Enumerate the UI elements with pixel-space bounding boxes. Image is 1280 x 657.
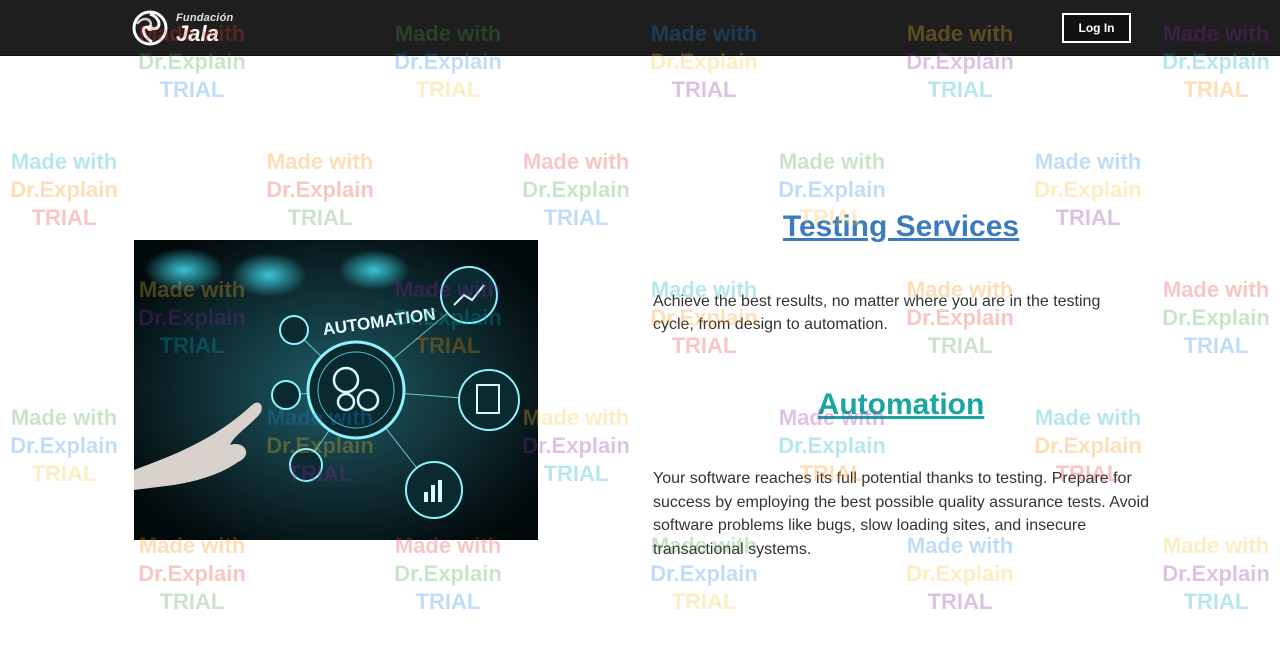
watermark-line3: TRIAL <box>671 333 737 358</box>
dr-explain-watermark: Made with Dr.Explain TRIAL <box>128 532 256 616</box>
watermark-line2: Dr.Explain <box>1162 561 1270 586</box>
automation-title[interactable]: Automation <box>653 388 1149 422</box>
watermark-line1: Made with <box>1162 277 1270 302</box>
testing-services-title[interactable]: Testing Services <box>653 210 1149 244</box>
watermark-line3: TRIAL <box>1183 77 1249 102</box>
dr-explain-watermark: Made with Dr.Explain TRIAL <box>0 148 128 232</box>
dr-explain-watermark: Made with Dr.Explain TRIAL <box>384 532 512 616</box>
watermark-line3: TRIAL <box>671 77 737 102</box>
watermark-line3: TRIAL <box>927 589 993 614</box>
watermark-line2: Dr.Explain <box>522 177 630 202</box>
watermark-line2: Dr.Explain <box>10 433 118 458</box>
watermark-line3: TRIAL <box>927 77 993 102</box>
watermark-line3: TRIAL <box>415 77 481 102</box>
watermark-line1: Made with <box>10 149 118 174</box>
top-navigation-bar: Fundación Jala Log In <box>0 0 1280 56</box>
watermark-line3: TRIAL <box>31 461 97 486</box>
watermark-line3: TRIAL <box>287 205 353 230</box>
watermark-line2: Dr.Explain <box>650 561 758 586</box>
login-button[interactable]: Log In <box>1062 13 1131 43</box>
watermark-line2: Dr.Explain <box>394 561 502 586</box>
dr-explain-watermark: Made with Dr.Explain TRIAL <box>512 148 640 232</box>
watermark-line3: TRIAL <box>31 205 97 230</box>
logo-title: Jala <box>176 21 219 46</box>
watermark-line1: Made with <box>778 149 886 174</box>
watermark-line2: Dr.Explain <box>778 433 886 458</box>
swirl-logo-icon <box>132 10 168 46</box>
watermark-line1: Made with <box>1034 149 1142 174</box>
watermark-line3: TRIAL <box>159 589 225 614</box>
watermark-line2: Dr.Explain <box>778 177 886 202</box>
watermark-line3: TRIAL <box>1183 333 1249 358</box>
watermark-line1: Made with <box>266 149 374 174</box>
watermark-line3: TRIAL <box>1183 589 1249 614</box>
watermark-line3: TRIAL <box>415 589 481 614</box>
watermark-line3: TRIAL <box>543 205 609 230</box>
watermark-line2: Dr.Explain <box>138 561 246 586</box>
dr-explain-watermark: Made with Dr.Explain TRIAL <box>1152 276 1280 360</box>
watermark-line2: Dr.Explain <box>906 561 1014 586</box>
watermark-line1: Made with <box>522 149 630 174</box>
watermark-line2: Dr.Explain <box>1034 433 1142 458</box>
watermark-line3: TRIAL <box>159 77 225 102</box>
watermark-line1: Made with <box>1162 533 1270 558</box>
dr-explain-watermark: Made with Dr.Explain TRIAL <box>1152 532 1280 616</box>
automation-text: Your software reaches its full potential… <box>653 470 1149 558</box>
watermark-line2: Dr.Explain <box>1034 177 1142 202</box>
watermark-line2: Dr.Explain <box>266 177 374 202</box>
watermark-line2: Dr.Explain <box>10 177 118 202</box>
testing-services-text: Achieve the best results, no matter wher… <box>653 293 1101 333</box>
automation-hero-image: AUTOMATION <box>134 240 538 540</box>
watermark-line1: Made with <box>10 405 118 430</box>
watermark-line3: TRIAL <box>927 333 993 358</box>
watermark-line2: Dr.Explain <box>1162 305 1270 330</box>
dr-explain-watermark: Made with Dr.Explain TRIAL <box>256 148 384 232</box>
dr-explain-watermark: Made with Dr.Explain TRIAL <box>0 404 128 488</box>
fundacion-jala-logo[interactable]: Fundación Jala <box>132 8 242 48</box>
watermark-line3: TRIAL <box>671 589 737 614</box>
